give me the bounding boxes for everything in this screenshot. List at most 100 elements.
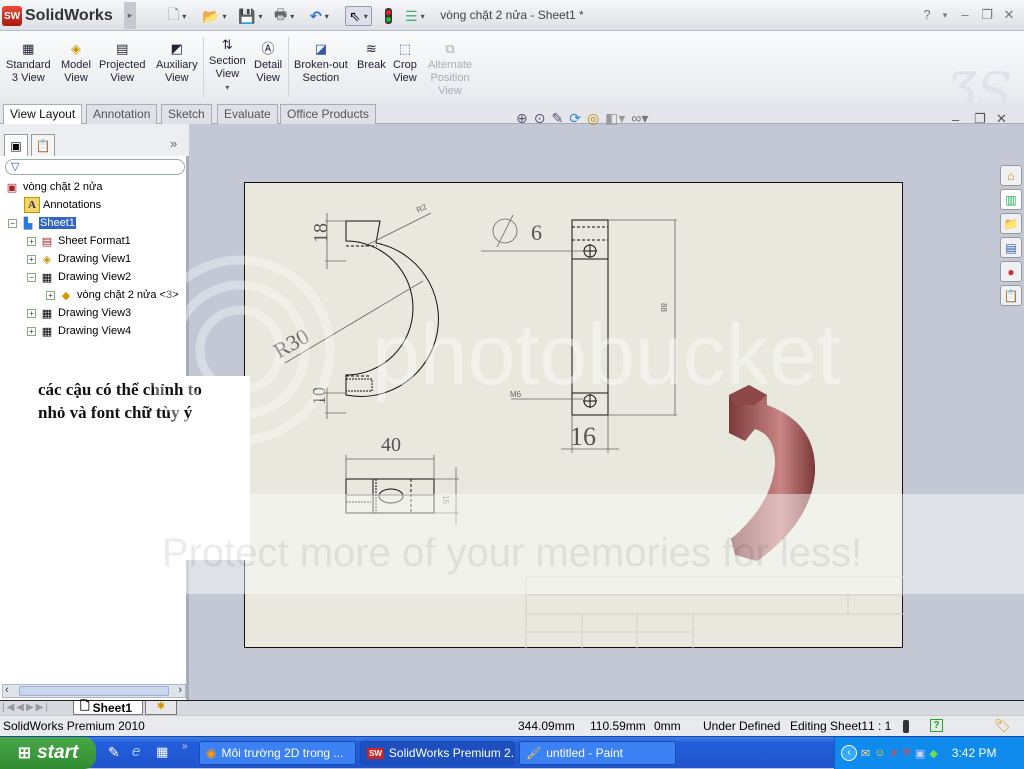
help-icon[interactable]: ? <box>930 719 943 732</box>
save-button[interactable]: 💾 ▾ <box>238 6 262 26</box>
property-manager-tab[interactable]: 📋 <box>31 134 55 156</box>
tree-item-drawing-view2[interactable]: − ▦ Drawing View2 <box>27 268 131 286</box>
sheet1-tab[interactable]: 🗋 Sheet1 <box>73 699 143 715</box>
sheet-scale[interactable]: 1 : 1 <box>868 719 891 733</box>
connection-icon[interactable]: ◆ <box>929 747 937 760</box>
detail-view-button[interactable]: Ⓐ Detail View <box>254 39 282 85</box>
help-button[interactable]: ? <box>918 7 936 22</box>
doc-close-button[interactable]: ✕ <box>996 111 1007 127</box>
note-box[interactable]: các cậu có thể chỉnh to nhỏ và font chữ … <box>36 376 250 560</box>
scroll-right-icon[interactable]: › <box>178 684 182 696</box>
projected-view-button[interactable]: ▤ Projected View <box>99 39 145 85</box>
open-button[interactable]: 📂 ▾ <box>202 6 226 26</box>
3d-part-body <box>729 385 816 561</box>
section-view-button[interactable]: ⇅ Section View ▾ <box>209 35 246 94</box>
network-icon[interactable]: ▣ <box>915 747 925 760</box>
messenger-icon[interactable]: ☺ <box>874 747 885 759</box>
tree-item-drawing-view3[interactable]: + ▦ Drawing View3 <box>27 304 131 322</box>
mail-icon[interactable]: ✉ <box>861 747 870 760</box>
more-quick-launch-icon[interactable]: » <box>182 741 188 752</box>
menu-flyout-arrow[interactable]: ▸ <box>124 2 136 29</box>
break-button[interactable]: ≋ Break <box>357 39 386 72</box>
expand-panel-icon[interactable]: » <box>170 136 177 151</box>
tab-evaluate[interactable]: Evaluate <box>217 104 278 124</box>
quick-launch-icon[interactable]: ✎ <box>108 744 120 761</box>
sheet-nav-buttons[interactable]: |◀◀▶▶| <box>2 702 50 713</box>
custom-properties-tab[interactable]: 📋 <box>1000 285 1022 306</box>
property-icon: 📋 <box>35 138 51 153</box>
zoom-to-fit-icon[interactable]: ⊕ <box>516 110 528 127</box>
tree-item-part[interactable]: + ◆ vòng chặt 2 nửa <3> <box>46 286 179 304</box>
tab-view-layout[interactable]: View Layout <box>3 104 83 125</box>
tab-annotation[interactable]: Annotation <box>86 104 158 124</box>
tree-root[interactable]: ▣ vòng chặt 2 nửa <box>4 178 103 196</box>
expand-icon[interactable]: + <box>27 326 36 336</box>
tree-item-sheet1[interactable]: − ▙ Sheet1 <box>8 214 76 232</box>
rebuild-icon[interactable]: ⟳ <box>569 110 581 127</box>
tab-office-products[interactable]: Office Products <box>280 104 376 124</box>
drawing-sheet[interactable]: 18 R2 R30 10 6 88 M6 16 40 16 <box>244 182 904 649</box>
tag-icon[interactable]: 🏷 <box>994 718 1011 734</box>
tray-expand-icon[interactable]: ‹ <box>841 745 857 761</box>
tree-filter-input[interactable]: ▽ <box>5 159 185 175</box>
options-button[interactable]: ☰ ▾ <box>405 6 425 26</box>
show-desktop-icon[interactable]: ▦ <box>156 744 168 760</box>
feature-manager-tab[interactable]: ▣ <box>4 134 28 156</box>
tab-sketch[interactable]: Sketch <box>161 104 212 124</box>
broken-out-section-button[interactable]: ◪ Broken-out Section <box>294 39 348 85</box>
previous-view-icon[interactable]: ✎ <box>551 110 563 127</box>
expand-icon[interactable]: + <box>27 308 36 318</box>
tree-item-drawing-view1[interactable]: + ◈ Drawing View1 <box>27 250 131 268</box>
zoom-to-area-icon[interactable]: ⊙ <box>534 110 546 127</box>
crop-view-button[interactable]: ⬚ Crop View <box>393 39 417 85</box>
help-dropdown-icon[interactable]: ▾ <box>936 10 954 21</box>
tree-item-drawing-view4[interactable]: + ▦ Drawing View4 <box>27 322 131 340</box>
crop-view-icon: ⬚ <box>398 40 412 56</box>
rebuild-status-icon[interactable] <box>903 720 909 733</box>
detail-view-icon: Ⓐ <box>261 40 275 56</box>
model-view-button[interactable]: ◈ Model View <box>61 39 91 85</box>
resources-tab[interactable]: ⌂ <box>1000 165 1022 186</box>
add-sheet-tab[interactable]: ✱ <box>145 701 177 715</box>
solidworks-logo[interactable]: SW SolidWorks <box>2 4 124 28</box>
expand-icon[interactable]: + <box>27 254 36 264</box>
close-button[interactable]: ✕ <box>1000 7 1018 23</box>
scroll-thumb[interactable] <box>19 686 169 696</box>
auxiliary-view-button[interactable]: ◩ Auxiliary View <box>156 39 198 85</box>
select-button[interactable]: ⇖ ▾ <box>345 6 372 26</box>
clock[interactable]: 3:42 PM <box>952 746 997 760</box>
editing-state[interactable]: Editing Sheet1 <box>790 719 868 733</box>
minimize-button[interactable]: – <box>956 7 974 22</box>
expand-icon[interactable]: + <box>27 236 36 246</box>
file-explorer-tab[interactable]: 📁 <box>1000 213 1022 234</box>
tree-item-sheet-format1[interactable]: + ▤ Sheet Format1 <box>27 232 131 250</box>
collapse-icon[interactable]: − <box>8 218 17 228</box>
expand-icon[interactable]: + <box>46 290 55 300</box>
security-icon[interactable]: ⛨ <box>903 747 911 760</box>
view-palette-tab[interactable]: ▤ <box>1000 237 1022 258</box>
design-library-tab[interactable]: ▥ <box>1000 189 1022 210</box>
restore-button[interactable]: ❐ <box>978 7 996 23</box>
taskbar-paint[interactable]: 🖌 untitled - Paint <box>519 741 676 765</box>
taskbar-firefox[interactable]: ◉ Môi trường 2D trong ... <box>199 741 356 765</box>
appearances-tab[interactable]: ● <box>1000 261 1022 282</box>
doc-minimize-button[interactable]: – <box>952 112 959 127</box>
doc-restore-button[interactable]: ❐ <box>974 111 986 127</box>
rebuild-button[interactable] <box>385 6 392 26</box>
undo-button[interactable]: ↶ ▾ <box>310 6 329 26</box>
horizontal-scrollbar[interactable]: ‹ › <box>2 684 186 698</box>
new-button[interactable]: 🗋 ▾ <box>168 6 186 26</box>
print-button[interactable]: 🖶 ▾ <box>274 6 294 26</box>
view-settings-icon[interactable]: ∞▾ <box>631 110 648 127</box>
antivirus-icon[interactable]: ✗ <box>889 747 898 760</box>
tree-item-annotations[interactable]: A Annotations <box>24 196 101 214</box>
alternate-position-view-button[interactable]: ⧉ Alternate Position View <box>428 39 472 98</box>
internet-explorer-icon[interactable]: e <box>132 743 140 760</box>
display-style-icon[interactable]: ◎ <box>587 110 599 127</box>
standard-3-view-button[interactable]: ▦ Standard 3 View <box>6 39 51 85</box>
hide-show-icon[interactable]: ◧▾ <box>605 110 625 127</box>
collapse-icon[interactable]: − <box>27 272 36 282</box>
taskbar-solidworks[interactable]: SW SolidWorks Premium 2... <box>360 741 515 765</box>
scroll-left-icon[interactable]: ‹ <box>5 684 9 696</box>
start-button[interactable]: ⊞ start <box>0 737 96 769</box>
